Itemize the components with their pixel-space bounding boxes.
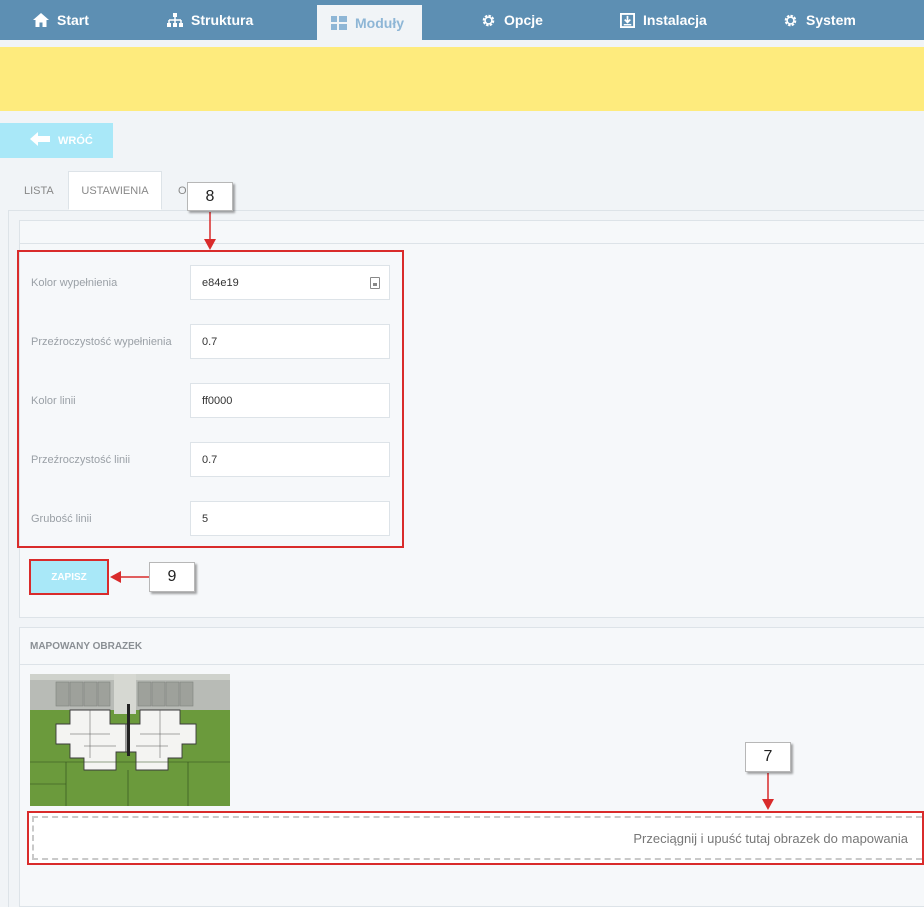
home-icon bbox=[33, 12, 49, 28]
tab-other[interactable]: O bbox=[178, 171, 187, 210]
callout-7: 7 bbox=[745, 742, 791, 772]
settings-card-header bbox=[20, 221, 924, 244]
callout-9: 9 bbox=[149, 562, 195, 592]
save-button[interactable]: ZAPISZ bbox=[29, 559, 109, 595]
tab-label: USTAWIENIA bbox=[81, 184, 149, 197]
nav-item-label: Start bbox=[57, 12, 89, 28]
nav-item-label: Struktura bbox=[191, 12, 254, 28]
nav-item-opcje[interactable]: Opcje bbox=[480, 0, 543, 40]
back-button-label: WRÓĆ bbox=[58, 134, 93, 147]
dropzone-text: Przeciągnij i upuść tutaj obrazek do map… bbox=[633, 830, 908, 846]
sitemap-icon bbox=[167, 12, 183, 28]
tab-ustawienia[interactable]: USTAWIENIA bbox=[68, 171, 162, 210]
nav-item-system[interactable]: System bbox=[782, 0, 856, 40]
nav-item-label: Opcje bbox=[504, 12, 543, 28]
modules-icon bbox=[331, 15, 347, 31]
nav-item-instalacja[interactable]: Instalacja bbox=[619, 0, 707, 40]
mapped-image-heading: MAPOWANY OBRAZEK bbox=[20, 628, 924, 665]
mapped-image-thumbnail[interactable] bbox=[30, 674, 230, 806]
nav-item-start[interactable]: Start bbox=[33, 0, 89, 40]
nav-item-label: System bbox=[806, 12, 856, 28]
top-navigation: Start Struktura Moduły Opcje Instalacja … bbox=[0, 0, 924, 40]
arrow-left-icon bbox=[30, 132, 50, 149]
image-dropzone[interactable]: Przeciągnij i upuść tutaj obrazek do map… bbox=[27, 811, 924, 865]
dropzone-area[interactable]: Przeciągnij i upuść tutaj obrazek do map… bbox=[32, 816, 922, 860]
callout-8: 8 bbox=[187, 182, 233, 211]
gear-icon bbox=[480, 12, 496, 28]
tab-lista[interactable]: LISTA bbox=[24, 171, 54, 210]
nav-item-label: Instalacja bbox=[643, 12, 707, 28]
gear-icon bbox=[782, 12, 798, 28]
nav-item-struktura[interactable]: Struktura bbox=[167, 0, 253, 40]
install-icon bbox=[619, 12, 635, 28]
tab-label: O bbox=[178, 184, 187, 197]
tab-label: LISTA bbox=[24, 184, 54, 197]
nav-item-moduly[interactable]: Moduły bbox=[317, 5, 422, 40]
nav-item-label: Moduły bbox=[355, 14, 404, 31]
notification-banner bbox=[0, 47, 924, 111]
highlight-box-settings bbox=[17, 250, 404, 548]
back-button[interactable]: WRÓĆ bbox=[0, 123, 113, 158]
